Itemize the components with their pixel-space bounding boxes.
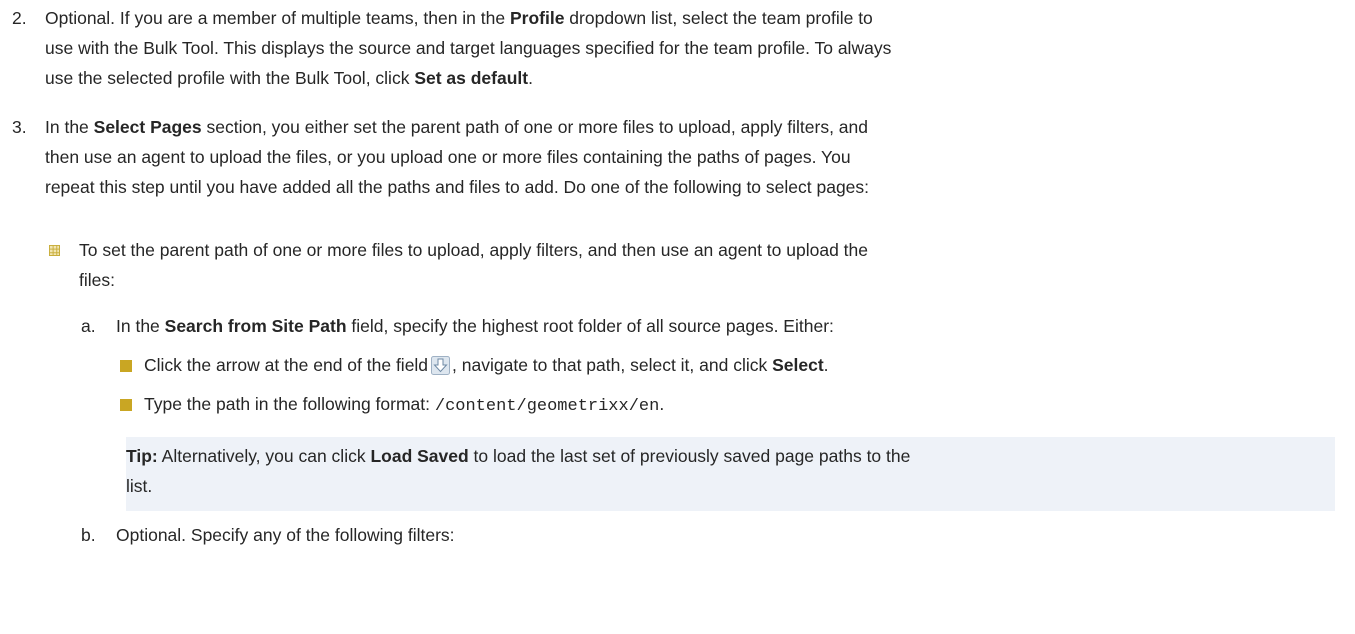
step-3-text: In the Select Pages section, you either … bbox=[45, 112, 1335, 202]
search-from-site-path-ui-label: Search from Site Path bbox=[164, 316, 347, 336]
set-as-default-ui-label: Set as default bbox=[414, 68, 529, 88]
tip-box: Tip: Alternatively, you can click Load S… bbox=[126, 437, 1335, 511]
step-2-line-3: use the selected profile with the Bulk T… bbox=[45, 63, 1335, 93]
text: In the bbox=[45, 117, 94, 137]
substep-b-letter: b. bbox=[81, 525, 96, 545]
text: . bbox=[528, 68, 533, 88]
substep-b-text: Optional. Specify any of the following f… bbox=[116, 525, 455, 545]
tip-label: Tip: bbox=[126, 446, 158, 466]
bullet-type-path: Type the path in the following format: /… bbox=[144, 389, 1334, 422]
substep-a-text: In the Search from Site Path field, spec… bbox=[116, 311, 1336, 341]
tip-line-2: list. bbox=[126, 476, 153, 496]
bullet-2-line: Type the path in the following format: /… bbox=[144, 389, 1334, 422]
option-line-2: files: bbox=[79, 270, 115, 290]
step-2-line-1: Optional. If you are a member of multipl… bbox=[45, 3, 1335, 33]
path-example-code: /content/geometrixx/en bbox=[434, 397, 660, 416]
text: . bbox=[659, 394, 665, 414]
substep-a-line: In the Search from Site Path field, spec… bbox=[116, 311, 1336, 341]
tip-line-1: Tip: Alternatively, you can click Load S… bbox=[126, 441, 1316, 471]
step-number: 2. bbox=[12, 8, 27, 28]
substep-a-letter: a. bbox=[81, 316, 96, 336]
text: to load the last set of previously saved… bbox=[468, 446, 911, 466]
step-3-line-3: repeat this step until you have added al… bbox=[45, 177, 870, 197]
bullet-click-arrow: Click the arrow at the end of the field,… bbox=[144, 350, 1334, 380]
text: Type the path in the following format: bbox=[144, 394, 435, 414]
text: Optional. If you are a member of multipl… bbox=[45, 8, 510, 28]
profile-ui-label: Profile bbox=[509, 8, 565, 28]
select-ui-label: Select bbox=[772, 355, 824, 375]
text: Click the arrow at the end of the field bbox=[144, 355, 429, 375]
text: use the selected profile with the Bulk T… bbox=[45, 68, 415, 88]
document: 2. Optional. If you are a member of mult… bbox=[0, 0, 1355, 634]
step-3-line-1: In the Select Pages section, you either … bbox=[45, 112, 1335, 142]
option-line-1: To set the parent path of one or more fi… bbox=[79, 240, 869, 260]
square-bullet-icon bbox=[120, 399, 132, 411]
text: In the bbox=[116, 316, 165, 336]
grid-bullet-icon bbox=[49, 245, 60, 256]
down-arrow-icon bbox=[431, 356, 451, 375]
bullet-1-line: Click the arrow at the end of the field,… bbox=[144, 350, 1334, 380]
step-2-text: Optional. If you are a member of multipl… bbox=[45, 3, 1335, 93]
text: section, you either set the parent path … bbox=[201, 117, 869, 137]
text: dropdown list, select the team profile t… bbox=[564, 8, 873, 28]
select-pages-ui-label: Select Pages bbox=[93, 117, 202, 137]
text: . bbox=[823, 355, 829, 375]
step-2-line-2: use with the Bulk Tool. This displays th… bbox=[45, 38, 892, 58]
square-bullet-icon bbox=[120, 360, 132, 372]
text: , navigate to that path, select it, and … bbox=[452, 355, 773, 375]
step-3-line-2: then use an agent to upload the files, o… bbox=[45, 147, 851, 167]
option-set-parent-path: To set the parent path of one or more fi… bbox=[79, 235, 1339, 295]
tip-text: Tip: Alternatively, you can click Load S… bbox=[126, 441, 1316, 501]
text: field, specify the highest root folder o… bbox=[346, 316, 834, 336]
load-saved-ui-label: Load Saved bbox=[370, 446, 469, 466]
step-number: 3. bbox=[12, 117, 27, 137]
text: Alternatively, you can click bbox=[157, 446, 371, 466]
